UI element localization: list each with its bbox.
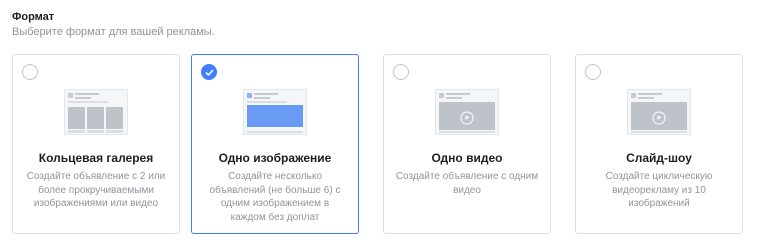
section-subtitle: Выберите формат для вашей рекламы. [12,26,215,38]
format-radio-single-video[interactable] [393,64,409,80]
format-options: Кольцевая галерея Создайте объявление с … [12,54,759,238]
card-title: Слайд-шоу [626,151,692,165]
carousel-preview-icon [64,89,128,135]
card-description: Создайте циклическую видеорекламу из 10 … [605,171,713,209]
format-section: Формат Выберите формат для вашей рекламы… [0,0,768,251]
video-preview-thumb [435,89,499,135]
card-description: Создайте несколько объявлений (не больше… [209,171,341,223]
checkmark-icon [205,69,214,76]
card-description: Создайте объявление с 2 или более прокру… [26,171,166,209]
format-card-carousel[interactable]: Кольцевая галерея Создайте объявление с … [12,54,180,234]
card-title: Одно изображение [218,151,332,165]
image-preview-icon [243,89,307,135]
card-description: Создайте объявление с одним видео [395,171,539,196]
card-title: Одно видео [431,151,503,165]
section-title: Формат [12,11,55,23]
format-radio-carousel[interactable] [22,64,38,80]
format-card-slideshow[interactable]: Слайд-шоу Создайте циклическую видеорекл… [575,54,743,234]
video-play-icon [460,111,474,125]
format-radio-single-image[interactable] [201,64,217,80]
format-radio-slideshow[interactable] [585,64,601,80]
card-title: Кольцевая галерея [38,151,154,165]
format-card-single-image[interactable]: Одно изображение Создайте несколько объя… [191,54,359,234]
slideshow-preview-thumb [627,89,691,135]
format-card-single-video[interactable]: Одно видео Создайте объявление с одним в… [383,54,551,234]
video-play-icon [652,111,666,125]
